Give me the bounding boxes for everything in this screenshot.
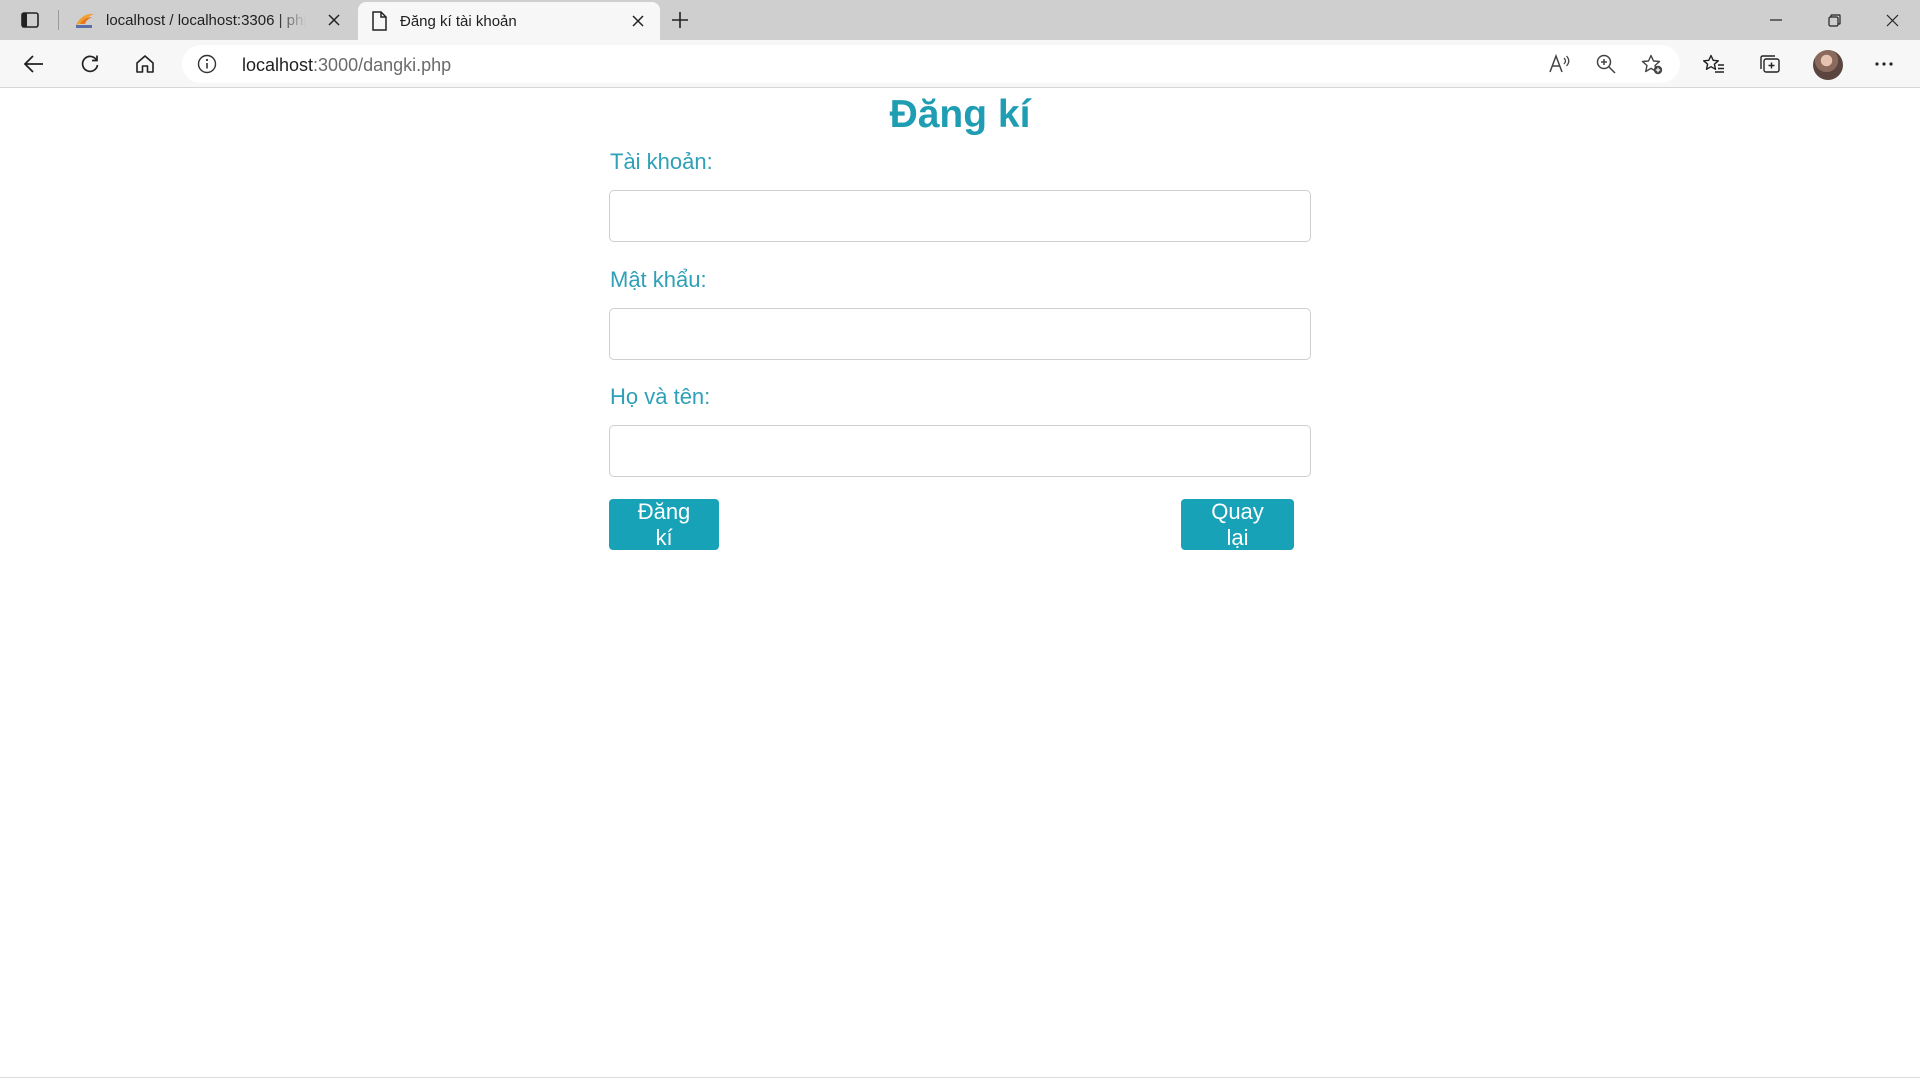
tab-actions-button[interactable] [14,8,46,32]
favorites-icon [1703,54,1725,74]
collections-icon [1759,54,1781,74]
close-window-button[interactable] [1864,0,1920,40]
new-tab-button[interactable] [666,8,694,32]
page-icon [368,10,390,32]
restore-button[interactable] [1806,0,1862,40]
tab-close-icon[interactable] [628,11,648,31]
restore-icon [1827,13,1841,27]
back-button-page[interactable]: Quay lại [1181,499,1294,550]
password-input[interactable] [609,308,1311,360]
tab-separator [58,10,59,30]
page-content: Đăng kí Tài khoản: Mật khẩu: Họ và tên: … [0,89,1920,1080]
tab-dangki[interactable]: Đăng kí tài khoản [358,2,660,40]
close-icon [1886,14,1899,27]
plus-icon [671,11,689,29]
fullname-label: Họ và tên: [610,384,711,409]
info-icon[interactable] [196,53,218,75]
fullname-input[interactable] [609,425,1311,477]
zoom-icon[interactable] [1592,51,1620,77]
pma-icon [74,9,96,31]
address-bar[interactable]: localhost:3000/dangki.php [182,45,1680,83]
browser-toolbar: localhost:3000/dangki.php [0,40,1920,88]
favorites-button[interactable] [1696,48,1732,80]
tab-actions-icon [21,12,39,28]
tab-title: localhost / localhost:3306 | phpMyAdmin [106,11,306,29]
minimize-button[interactable] [1748,0,1804,40]
read-aloud-icon[interactable] [1546,51,1574,77]
profile-avatar[interactable] [1813,50,1843,80]
page-title: Đăng kí [889,93,1031,136]
url-path: :3000/dangki.php [313,55,452,75]
reload-button[interactable] [72,48,108,80]
tab-title: Đăng kí tài khoản [400,12,517,30]
add-favorite-icon[interactable] [1638,51,1666,77]
register-button[interactable]: Đăng kí [609,499,719,550]
reload-icon [80,54,100,74]
tab-strip: localhost / localhost:3306 | phpMyAdmin … [0,0,1920,40]
url-text[interactable]: localhost:3000/dangki.php [242,55,451,76]
home-button[interactable] [127,48,163,80]
more-icon [1875,62,1893,66]
url-host: localhost [242,55,314,75]
back-button[interactable] [16,48,52,80]
password-label: Mật khẩu: [610,267,707,292]
arrow-left-icon [24,55,44,73]
tab-phpmyadmin[interactable]: localhost / localhost:3306 | phpMyAdmin [64,0,356,40]
tab-close-icon[interactable] [324,10,344,30]
minimize-icon [1770,19,1782,21]
account-input[interactable] [609,190,1311,242]
account-label: Tài khoản: [610,149,713,174]
window-bottom-border [0,1077,1920,1078]
home-icon [135,54,155,74]
collections-button[interactable] [1752,48,1788,80]
more-menu-button[interactable] [1866,48,1902,80]
